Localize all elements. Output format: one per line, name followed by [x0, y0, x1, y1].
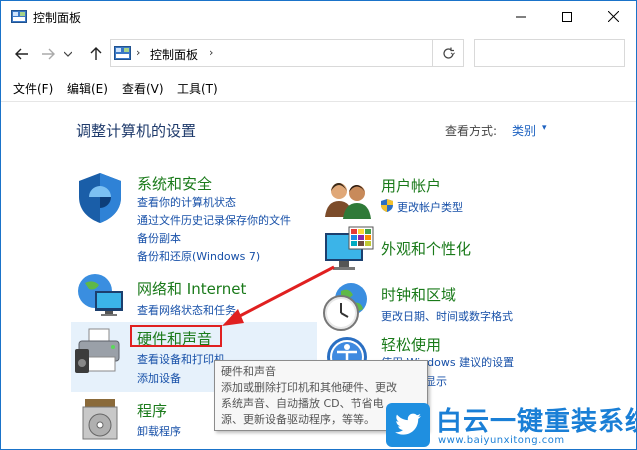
title-bar[interactable]: 控制面板 — [1, 1, 636, 32]
link-backup-copy[interactable]: 备份副本 — [137, 230, 181, 246]
watermark: 白云一键重装系统 www.baiyunxitong.com — [386, 401, 636, 449]
category-title-appearance[interactable]: 外观和个性化 — [381, 238, 471, 259]
uac-shield-icon — [381, 199, 393, 212]
minimize-button[interactable] — [498, 1, 544, 32]
watermark-url: www.baiyunxitong.com — [438, 435, 565, 446]
control-panel-window: 控制面板 › 控制面板 › ⌄ 文件(F) 编辑(E) 查看(V) 工具(T) … — [0, 0, 637, 450]
search-input[interactable] — [474, 39, 625, 67]
up-button[interactable] — [86, 44, 106, 64]
link-devices-printers[interactable]: 查看设备和打印机 — [137, 351, 225, 367]
tooltip-line-2: 添加或删除打印机和其他硬件、更改 — [221, 381, 397, 394]
recent-locations-button[interactable] — [61, 44, 75, 64]
tooltip-line-1: 硬件和声音 — [221, 365, 276, 378]
forward-button[interactable] — [38, 44, 58, 64]
view-by-dropdown[interactable]: 类别 — [512, 122, 536, 139]
shield-icon — [79, 173, 121, 223]
link-change-account-type[interactable]: 更改帐户类型 — [397, 199, 463, 215]
arrow-left-icon — [15, 48, 28, 60]
link-change-date-time[interactable]: 更改日期、时间或数字格式 — [381, 308, 513, 324]
link-view-computer-status[interactable]: 查看你的计算机状态 — [137, 194, 236, 210]
menu-view[interactable]: 查看(V) — [122, 80, 164, 97]
category-title-user-accounts[interactable]: 用户帐户 — [381, 175, 441, 196]
control-panel-app-icon — [11, 10, 27, 23]
link-file-history[interactable]: 通过文件历史记录保存你的文件 — [137, 212, 291, 228]
address-bar[interactable]: › 控制面板 › ⌄ — [110, 39, 464, 67]
link-add-device[interactable]: 添加设备 — [137, 370, 181, 386]
menu-divider — [1, 101, 636, 102]
arrow-up-icon — [90, 47, 102, 60]
control-panel-icon — [114, 46, 131, 60]
link-uninstall-program[interactable]: 卸载程序 — [137, 423, 181, 439]
close-icon — [607, 11, 619, 22]
bird-logo-icon — [386, 403, 430, 447]
view-by-dropdown-arrow-icon[interactable]: ▾ — [542, 123, 547, 133]
network-globe-icon — [78, 274, 123, 316]
menu-edit[interactable]: 编辑(E) — [67, 80, 108, 97]
navigation-bar: › 控制面板 › ⌄ — [1, 38, 636, 70]
window-title: 控制面板 — [33, 11, 82, 25]
watermark-title: 白云一键重装系统 — [436, 407, 637, 437]
back-button[interactable] — [12, 44, 32, 64]
view-by-label: 查看方式: — [445, 124, 498, 138]
maximize-icon — [562, 11, 572, 22]
annotation-arrow-icon — [222, 265, 335, 326]
link-backup-restore[interactable]: 备份和还原(Windows 7) — [137, 248, 260, 264]
address-separator-2[interactable]: › — [209, 46, 213, 59]
category-title-clock-region[interactable]: 时钟和区域 — [381, 284, 456, 305]
address-path[interactable]: 控制面板 — [150, 46, 198, 63]
category-title-system-security[interactable]: 系统和安全 — [137, 173, 212, 194]
menu-bar: 文件(F) 编辑(E) 查看(V) 工具(T) — [1, 77, 636, 99]
close-button[interactable] — [590, 1, 636, 32]
menu-tools[interactable]: 工具(T) — [177, 80, 218, 97]
refresh-button[interactable] — [432, 39, 464, 67]
minimize-icon — [516, 16, 526, 17]
menu-file[interactable]: 文件(F) — [13, 80, 53, 97]
refresh-icon — [442, 47, 454, 59]
chevron-down-icon — [64, 51, 72, 57]
arrow-right-icon — [42, 48, 55, 60]
programs-disc-icon — [82, 399, 118, 440]
printer-speaker-icon — [75, 328, 120, 373]
category-title-programs[interactable]: 程序 — [137, 400, 167, 421]
page-heading: 调整计算机的设置 — [76, 122, 197, 140]
address-separator[interactable]: › — [136, 46, 140, 59]
category-title-ease-of-access[interactable]: 轻松使用 — [381, 334, 441, 355]
maximize-button[interactable] — [544, 1, 590, 32]
twitter-bird-icon — [395, 413, 421, 435]
user-accounts-icon — [325, 183, 371, 219]
annotation-highlight-box — [130, 325, 222, 347]
